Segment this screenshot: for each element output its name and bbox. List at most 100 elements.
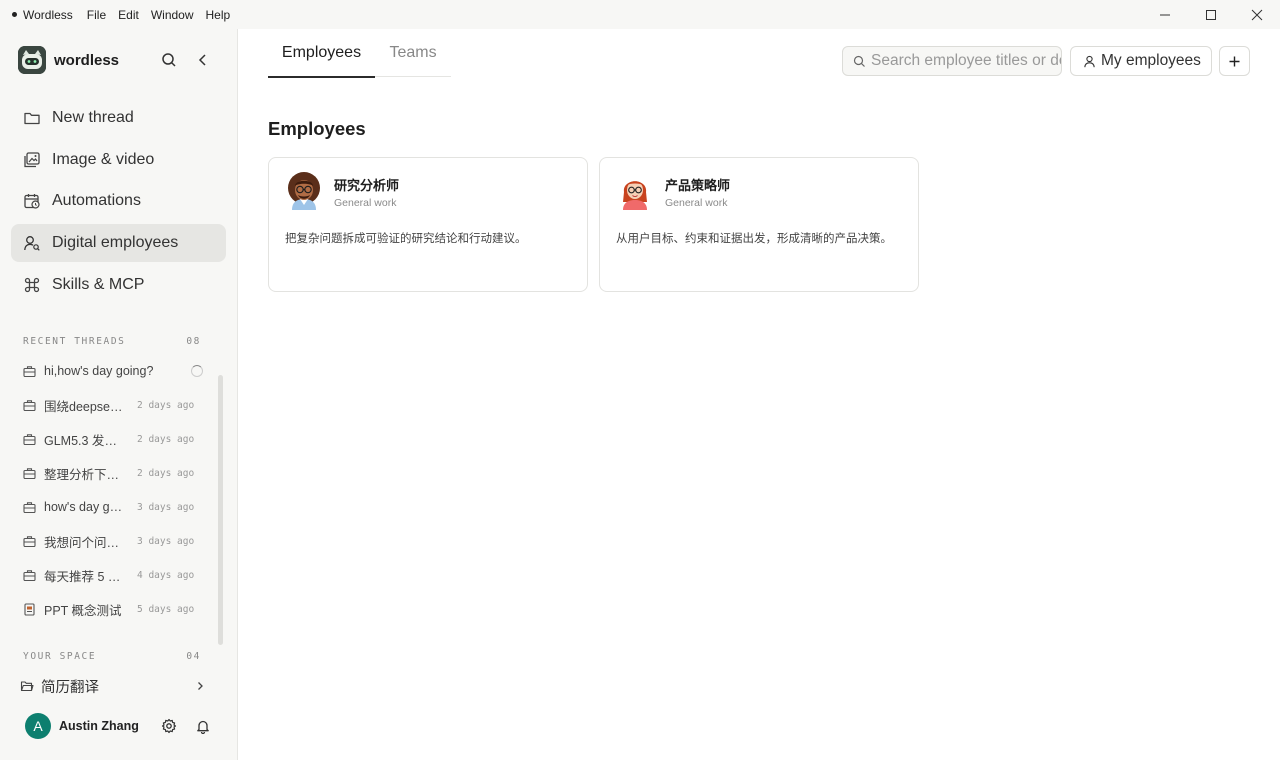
employee-card[interactable]: 产品策略师 General work 从用户目标、约束和证据出发，形成清晰的产品… [599, 157, 919, 292]
menu-help[interactable]: Help [206, 8, 231, 22]
thread-time: 3 days ago [137, 535, 195, 547]
nav-label: Digital employees [52, 234, 179, 252]
thread-item[interactable]: hi,how's day going? [11, 354, 207, 388]
threads-scrollbar[interactable] [218, 375, 223, 645]
thread-time: 4 days ago [137, 569, 195, 581]
close-window-button[interactable] [1234, 0, 1280, 29]
briefcase-icon [23, 569, 36, 581]
recent-threads-list: hi,how's day going? 围绕deepseek v4 的营销计划 … [11, 354, 207, 626]
your-space-heading: YOUR SPACE [23, 651, 97, 662]
nav-item-image-video[interactable]: Image & video [11, 141, 226, 179]
tab-employees[interactable]: Employees [268, 29, 375, 78]
person-search-icon [24, 236, 40, 251]
thread-item[interactable]: PPT 概念测试 5 days ago [11, 592, 207, 626]
thread-item[interactable]: GLM5.3 发布消息汇总 2 days ago [11, 422, 207, 456]
researcher-avatar-icon [285, 172, 323, 212]
nav-label: Skills & MCP [52, 275, 145, 293]
employee-name: 研究分析师 [334, 178, 400, 193]
search-input[interactable] [871, 52, 1061, 70]
title-bar: Wordless File Edit Window Help [0, 0, 1280, 29]
thread-title: GLM5.3 发布消息汇总 [44, 433, 126, 448]
sidebar: wordless New thread Image & video Automa… [0, 29, 238, 760]
thread-item[interactable]: how's day going? 3 days ago [11, 490, 207, 524]
tab-teams[interactable]: Teams [375, 29, 451, 77]
thread-time: 2 days ago [137, 433, 195, 445]
brand[interactable]: wordless [18, 46, 119, 74]
employee-category: General work [334, 197, 397, 209]
folder-icon [24, 112, 40, 125]
briefcase-icon [23, 399, 36, 411]
presentation-doc-icon [24, 602, 35, 616]
space-item-label: 简历翻译 [41, 679, 99, 696]
employee-category: General work [665, 197, 728, 209]
gear-icon [161, 718, 177, 734]
add-employee-button[interactable] [1219, 46, 1250, 76]
user-profile[interactable]: A Austin Zhang [25, 713, 139, 739]
employee-description: 从用户目标、约束和证据出发，形成清晰的产品决策。 [616, 233, 892, 245]
briefcase-icon [23, 535, 36, 547]
strategist-avatar-icon [616, 172, 654, 212]
thread-time: 3 days ago [137, 501, 195, 513]
employee-search[interactable] [842, 46, 1062, 76]
app-status-dot [12, 12, 17, 17]
menu-file[interactable]: File [87, 8, 106, 22]
employee-name: 产品策略师 [665, 178, 731, 193]
thread-time: 2 days ago [137, 467, 195, 479]
thread-time: 2 days ago [137, 399, 195, 411]
briefcase-icon [23, 501, 36, 513]
recent-threads-heading: RECENT THREADS [23, 336, 126, 347]
bell-icon [197, 720, 209, 734]
section-title: Employees [268, 118, 366, 139]
your-space-count: 04 [186, 651, 201, 662]
employee-card[interactable]: 研究分析师 General work 把复杂问题拆成可验证的研究结论和行动建议。 [268, 157, 588, 292]
search-icon [853, 55, 865, 67]
thread-title: PPT 概念测试 [44, 603, 122, 618]
thread-item[interactable]: 整理分析下今天的新闻 2 days ago [11, 456, 207, 490]
app-name: Wordless [23, 7, 73, 22]
thread-item[interactable]: 我想问个问题关于产品 3 days ago [11, 524, 207, 558]
nav-item-digital-employees[interactable]: Digital employees [11, 224, 226, 263]
search-icon [162, 53, 176, 67]
nav-item-automations[interactable]: Automations [11, 182, 226, 220]
menu-window[interactable]: Window [151, 8, 194, 22]
nav-label: New thread [52, 109, 134, 126]
avatar: A [25, 713, 51, 739]
person-icon [1084, 55, 1095, 67]
thread-title: how's day going? [44, 500, 126, 514]
chevron-left-icon [198, 54, 206, 66]
space-item[interactable]: 简历翻译 [20, 673, 206, 699]
nav-item-skills-mcp[interactable]: Skills & MCP [11, 266, 226, 304]
notifications-button[interactable] [194, 717, 212, 735]
recent-threads-header: RECENT THREADS 08 [23, 336, 201, 347]
command-icon [24, 277, 40, 292]
tab-bar: Employees Teams [268, 29, 451, 78]
menu-edit[interactable]: Edit [118, 8, 139, 22]
your-space-header: YOUR SPACE 04 [23, 651, 201, 662]
thread-item[interactable]: 围绕deepseek v4 的营销计划 2 days ago [11, 388, 207, 422]
loading-spinner-icon [191, 365, 203, 377]
thread-title: 整理分析下今天的新闻 [44, 467, 126, 482]
main-content: Employees Teams My employees Employees [238, 29, 1280, 760]
thread-title: hi,how's day going? [44, 364, 154, 378]
calendar-clock-icon [24, 194, 40, 209]
briefcase-icon [23, 365, 36, 377]
maximize-icon [1206, 9, 1216, 20]
sidebar-search-button[interactable] [159, 50, 179, 70]
nav-item-new-thread[interactable]: New thread [11, 99, 226, 137]
recent-threads-count: 08 [186, 336, 201, 347]
employee-description: 把复杂问题拆成可验证的研究结论和行动建议。 [285, 233, 527, 245]
briefcase-icon [23, 433, 36, 445]
settings-button[interactable] [160, 717, 178, 735]
plus-icon [1229, 56, 1240, 66]
minimize-button[interactable] [1142, 0, 1188, 29]
thread-item[interactable]: 每天推荐 5 个开源项目 4 days ago [11, 558, 207, 592]
my-employees-button[interactable]: My employees [1070, 46, 1212, 76]
collapse-sidebar-button[interactable] [193, 50, 213, 70]
nav-label: Automations [52, 192, 141, 210]
brand-name: wordless [54, 51, 120, 69]
image-video-icon [24, 152, 40, 167]
maximize-button[interactable] [1188, 0, 1234, 29]
thread-time: 5 days ago [137, 603, 195, 615]
folder-open-icon [20, 681, 34, 692]
my-employees-label: My employees [1101, 52, 1201, 69]
